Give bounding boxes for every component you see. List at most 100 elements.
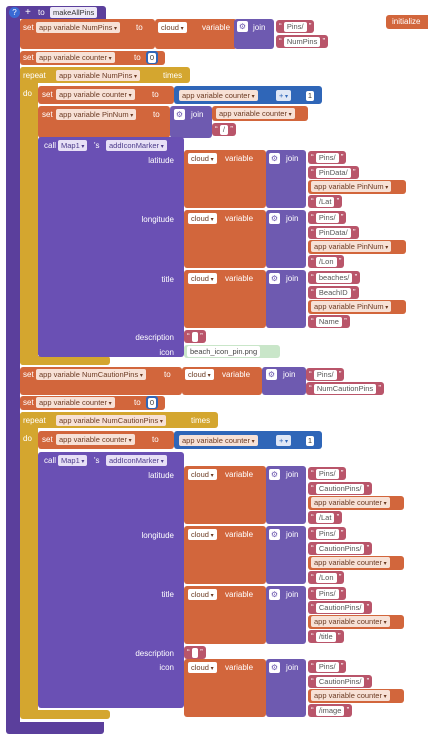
var-numcautionpins-dropdown[interactable]: app variable NumCautionPins <box>56 415 166 426</box>
join-label: join <box>286 663 299 672</box>
plus-operator-dropdown[interactable]: + <box>276 90 292 101</box>
var-counter-getter[interactable]: app variable counter <box>311 690 390 701</box>
text-pins[interactable]: “ Pins/ ” <box>308 467 347 480</box>
component-map1-dropdown[interactable]: Map1 <box>58 455 88 466</box>
gear-icon[interactable]: ⚙ <box>174 109 185 120</box>
text-pins[interactable]: “ Pins/ ” <box>308 211 347 224</box>
cloud-dropdown[interactable]: cloud <box>158 22 187 33</box>
gear-icon[interactable]: ⚙ <box>266 369 277 380</box>
join-label: join <box>286 154 299 163</box>
gear-icon[interactable]: ⚙ <box>269 273 280 284</box>
var-numpins-dropdown[interactable]: app variable NumPins <box>56 70 141 81</box>
gear-icon[interactable]: ⚙ <box>237 21 248 32</box>
to-label: to <box>134 398 141 407</box>
text-pindata[interactable]: “ PinData/ ” <box>308 166 359 179</box>
text-cautionpins[interactable]: “ CautionPins/ ” <box>308 675 373 688</box>
var-counter-dropdown[interactable]: app variable counter <box>56 434 135 445</box>
var-counter-getter[interactable]: app variable counter <box>311 557 390 568</box>
text-pins[interactable]: “ Pins/ ” <box>308 587 347 600</box>
text-pins[interactable]: “ Pins/ ” <box>308 151 347 164</box>
plus-operator-dropdown[interactable]: + <box>276 435 292 446</box>
component-map1-dropdown[interactable]: Map1 <box>58 140 88 151</box>
gear-icon[interactable]: ⚙ <box>269 589 280 600</box>
text-title[interactable]: “ /title ” <box>308 630 344 643</box>
gear-icon[interactable]: ⚙ <box>269 153 280 164</box>
method-addiconmarker-dropdown[interactable]: addIconMarker <box>106 455 167 466</box>
var-pinnum-getter[interactable]: app variable PinNum <box>311 241 392 252</box>
var-counter-getter[interactable]: app variable counter <box>216 108 295 119</box>
text-empty[interactable]: “ ” <box>184 330 206 343</box>
cloud-dropdown[interactable]: cloud <box>188 273 217 284</box>
number-zero[interactable]: 0 <box>146 51 158 64</box>
text-cautionpins[interactable]: “ CautionPins/ ” <box>308 482 373 495</box>
procedure-name-field[interactable]: makeAllPins <box>50 7 98 18</box>
gear-icon[interactable]: ⚙ <box>269 213 280 224</box>
number-zero[interactable]: 0 <box>146 396 158 409</box>
text-name[interactable]: “ Name ” <box>308 315 350 328</box>
text-numcautionpins[interactable]: “ NumCautionPins ” <box>306 382 385 395</box>
help-icon[interactable]: ? <box>9 7 20 18</box>
text-beaches[interactable]: “ beaches/ ” <box>308 271 361 284</box>
var-numpins-dropdown[interactable]: app variable NumPins <box>36 22 121 33</box>
param-description: description <box>135 333 174 342</box>
text-pins[interactable]: “ Pins/ ” <box>306 368 345 381</box>
join-label: join <box>283 370 296 379</box>
var-pinnum-getter[interactable]: app variable PinNum <box>311 181 392 192</box>
text-pins[interactable]: “ Pins/ ” <box>276 20 315 33</box>
to-label: to <box>134 53 141 62</box>
var-counter-getter[interactable]: app variable counter <box>179 435 258 446</box>
number-one[interactable]: 1 <box>304 434 316 447</box>
gear-icon[interactable]: ⚙ <box>269 529 280 540</box>
param-longitude: longitude <box>141 531 174 540</box>
method-addiconmarker-dropdown[interactable]: addIconMarker <box>106 140 167 151</box>
text-pins[interactable]: “ Pins/ ” <box>308 527 347 540</box>
text-icon-file[interactable]: beach_icon_pin.png <box>187 346 261 357</box>
text-cautionpins[interactable]: “ CautionPins/ ” <box>308 542 373 555</box>
var-counter-getter[interactable]: app variable counter <box>311 616 390 627</box>
var-counter-dropdown[interactable]: app variable counter <box>36 52 115 63</box>
param-longitude: longitude <box>141 215 174 224</box>
var-counter-dropdown[interactable]: app variable counter <box>36 397 115 408</box>
var-counter-getter[interactable]: app variable counter <box>311 497 390 508</box>
text-image[interactable]: “ /image ” <box>308 704 353 717</box>
cloud-dropdown[interactable]: cloud <box>188 529 217 540</box>
text-pindata[interactable]: “ PinData/ ” <box>308 226 359 239</box>
text-pins[interactable]: “ Pins/ ” <box>308 660 347 673</box>
cloud-dropdown[interactable]: cloud <box>185 369 214 380</box>
var-counter-dropdown[interactable]: app variable counter <box>56 89 135 100</box>
text-cautionpins[interactable]: “ CautionPins/ ” <box>308 601 373 614</box>
gear-icon[interactable]: ⚙ <box>269 469 280 480</box>
var-counter-getter[interactable]: app variable counter <box>179 90 258 101</box>
text-lat[interactable]: “ /Lat ” <box>308 511 343 524</box>
cloud-dropdown[interactable]: cloud <box>188 213 217 224</box>
number-one[interactable]: 1 <box>304 89 316 102</box>
times-label: times <box>163 71 183 80</box>
text-slash[interactable]: “ / ” <box>212 123 236 136</box>
repeat-footer <box>20 356 110 365</box>
set-label: set <box>23 398 34 407</box>
variable-label: variable <box>225 663 254 672</box>
cloud-dropdown[interactable]: cloud <box>188 662 217 673</box>
repeat-body <box>20 412 38 718</box>
apostrophe-s-label: 's <box>94 141 100 150</box>
cloud-dropdown[interactable]: cloud <box>188 469 217 480</box>
text-empty[interactable]: “ ” <box>184 646 206 659</box>
param-title: title <box>161 275 174 284</box>
join-label: join <box>253 23 266 32</box>
call-label: call <box>44 141 57 150</box>
text-beachid[interactable]: “ BeachID ” <box>308 286 359 299</box>
call-addiconmarker-block[interactable] <box>38 137 184 357</box>
variable-label: variable <box>225 214 254 223</box>
var-numcautionpins-dropdown[interactable]: app variable NumCautionPins <box>36 369 146 380</box>
text-lon[interactable]: “ /Lon ” <box>308 255 345 268</box>
text-lat[interactable]: “ /Lat ” <box>308 195 343 208</box>
cloud-dropdown[interactable]: cloud <box>188 153 217 164</box>
text-numpins[interactable]: “ NumPins ” <box>276 35 329 48</box>
var-pinnum-dropdown[interactable]: app variable PinNum <box>56 109 137 120</box>
cloud-dropdown[interactable]: cloud <box>188 589 217 600</box>
var-pinnum-getter[interactable]: app variable PinNum <box>311 301 392 312</box>
variable-label: variable <box>225 530 254 539</box>
mutator-plus-icon[interactable]: + <box>25 7 31 18</box>
gear-icon[interactable]: ⚙ <box>269 662 280 673</box>
text-lon[interactable]: “ /Lon ” <box>308 571 345 584</box>
